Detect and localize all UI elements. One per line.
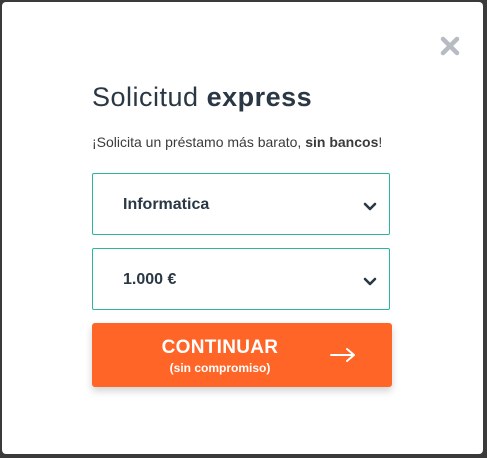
continue-button[interactable]: CONTINUAR (sin compromiso) (92, 323, 392, 387)
continue-button-label: CONTINUAR (161, 337, 279, 358)
loan-request-modal: Solicitud express ¡Solicita un préstamo … (2, 2, 483, 454)
chevron-down-icon (363, 274, 377, 286)
modal-subtitle: ¡Solicita un préstamo más barato, sin ba… (92, 134, 382, 150)
title-bold: express (206, 82, 313, 112)
amount-select[interactable]: 1.000 € (92, 248, 390, 310)
chevron-down-icon (363, 199, 377, 211)
arrow-right-icon (330, 347, 356, 363)
category-select[interactable]: Informatica (92, 173, 390, 235)
title-regular: Solicitud (92, 82, 199, 112)
modal-title: Solicitud express (92, 82, 312, 113)
subtitle-bold: sin bancos (305, 134, 379, 150)
amount-select-value: 1.000 € (123, 271, 177, 288)
subtitle-suffix: ! (378, 134, 383, 150)
close-icon[interactable] (438, 34, 462, 58)
continue-button-sublabel: (sin compromiso) (169, 361, 271, 375)
subtitle-prefix: ¡Solicita un préstamo más barato, (92, 134, 306, 150)
category-select-value: Informatica (123, 196, 210, 213)
